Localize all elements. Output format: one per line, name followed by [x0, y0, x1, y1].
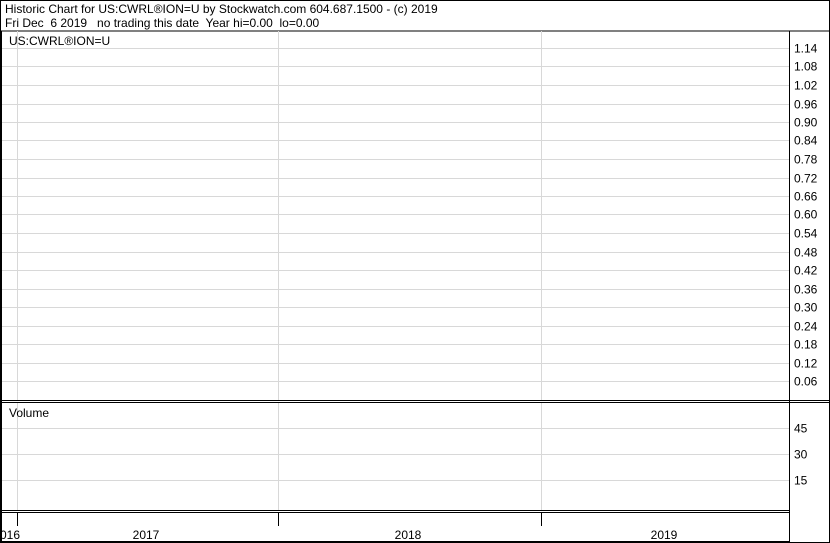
price-y-tick-label: 0.36 [794, 283, 818, 297]
volume-panel-title: Volume [9, 406, 50, 420]
price-y-tick-label: 0.42 [794, 264, 818, 278]
outer-frame [0, 0, 830, 543]
price-y-tick-label: 1.14 [794, 42, 818, 56]
price-y-tick-label: 0.12 [794, 357, 818, 371]
price-y-tick-label: 0.18 [794, 338, 818, 352]
price-panel-symbol: US:CWRL®ION=U [9, 34, 111, 48]
volume-y-tick-label: 15 [794, 474, 808, 488]
grid-layer [2, 31, 789, 510]
price-y-tick-label: 0.06 [794, 375, 818, 389]
price-y-tick-label: 0.60 [794, 208, 818, 222]
volume-y-tick-label: 45 [794, 422, 808, 436]
price-y-tick-label: 0.66 [794, 190, 818, 204]
price-y-tick-label: 1.08 [794, 60, 818, 74]
x-axis-year-label: 2017 [133, 528, 160, 542]
price-y-tick-label: 0.24 [794, 320, 818, 334]
axis-labels: 1.14 1.08 1.02 0.96 0.90 0.84 0.78 0.72 0.66 0.60… [0, 42, 818, 543]
price-y-tick-label: 0.96 [794, 98, 818, 112]
price-y-tick-label: 0.54 [794, 227, 818, 241]
price-y-tick-label: 0.30 [794, 301, 818, 315]
panel-frames [0, 31, 830, 543]
x-axis-year-label: 2018 [395, 528, 422, 542]
price-y-tick-label: 0.72 [794, 172, 818, 186]
x-axis-year-label: 2019 [651, 528, 678, 542]
price-y-tick-label: 0.90 [794, 116, 818, 130]
x-axis-year-label: 016 [0, 528, 20, 542]
volume-y-tick-label: 30 [794, 448, 808, 462]
price-y-tick-label: 0.78 [794, 153, 818, 167]
price-y-tick-label: 0.84 [794, 134, 818, 148]
price-y-tick-label: 0.48 [794, 246, 818, 260]
chart-canvas: 1.14 1.08 1.02 0.96 0.90 0.84 0.78 0.72 0.66 0.60… [0, 0, 830, 543]
price-y-tick-label: 1.02 [794, 79, 818, 93]
